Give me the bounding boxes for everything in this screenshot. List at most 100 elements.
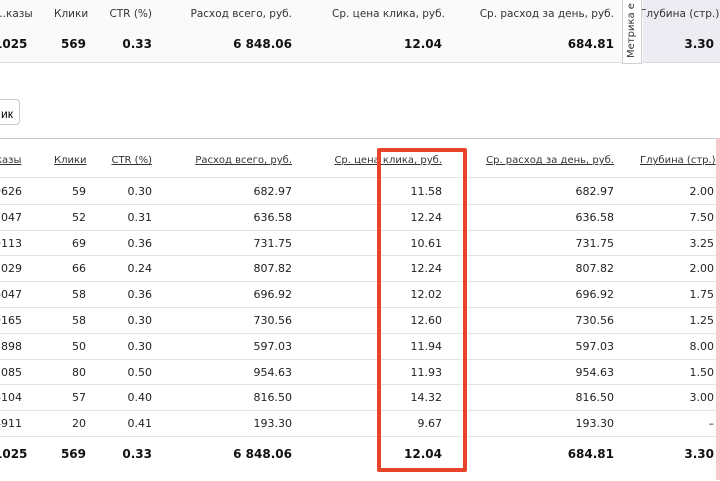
cell-impressions: 5085 xyxy=(0,365,22,379)
summary-value-ctr: 0.33 xyxy=(122,37,152,51)
summary-value-spend: 6 848.06 xyxy=(233,37,292,51)
table-row: 4104570.40816.5014.32816.503.00 xyxy=(0,385,720,411)
table-row: 5898500.30597.0311.94597.038.00 xyxy=(0,334,720,360)
summary-header-depth: Глубина (стр.) xyxy=(640,8,720,20)
column-header-ctr[interactable]: CTR (%) xyxy=(100,155,152,166)
cell-spend: 193.30 xyxy=(253,417,293,431)
column-header-impressions[interactable]: казы xyxy=(0,155,21,166)
table-header-row: казы Клики CTR (%) Расход всего, руб. Ср… xyxy=(0,155,720,175)
cell-impressions: 4104 xyxy=(0,391,22,405)
cell-spend: 954.63 xyxy=(253,365,293,379)
table-row: 9165580.30730.5612.60730.561.25 xyxy=(0,308,720,334)
cell-ctr: 0.36 xyxy=(127,236,153,250)
cell-spend: 696.92 xyxy=(253,288,293,302)
cpc-column-highlight xyxy=(377,148,467,472)
table-row: 9113690.36731.7510.61731.753.25 xyxy=(0,231,720,257)
cell-daily-spend: 636.58 xyxy=(575,210,615,224)
cell-impressions: 4911 xyxy=(0,417,22,431)
summary-value-cpc: 12.04 xyxy=(404,37,442,51)
cell-depth: 1.25 xyxy=(689,314,715,327)
column-header-spend[interactable]: Расход всего, руб. xyxy=(180,155,292,166)
cell-impressions: 6047 xyxy=(0,288,22,302)
summary-header-cpc: Ср. цена клика, руб. xyxy=(332,8,445,20)
cell-spend: 597.03 xyxy=(253,339,293,353)
table-row: 9626590.30682.9711.58682.972.00 xyxy=(0,179,720,205)
table-row: 6047580.36696.9212.02696.921.75 xyxy=(0,282,720,308)
cell-depth: 7.50 xyxy=(689,210,715,224)
cell-ctr: 0.40 xyxy=(127,391,153,405)
cell-spend: 636.58 xyxy=(253,210,293,224)
summary-value-depth: 3.30 xyxy=(684,37,714,51)
cell-daily-spend: 696.92 xyxy=(575,288,615,302)
summary-value-daily-spend: 684.81 xyxy=(567,37,614,51)
cell-clicks: 59 xyxy=(72,185,86,198)
cell-depth: 8.00 xyxy=(689,339,715,353)
cell-daily-spend: 193.30 xyxy=(575,417,615,431)
cell-clicks: 58 xyxy=(72,314,86,327)
total-spend: 6 848.06 xyxy=(233,447,292,461)
cell-daily-spend: 807.82 xyxy=(575,262,615,276)
metrika-tab-label: Метрика е xyxy=(626,3,637,58)
cell-clicks: 80 xyxy=(72,365,86,379)
cell-depth: 1.50 xyxy=(689,365,715,379)
summary-header-clicks: Клики xyxy=(54,8,89,20)
cell-spend: 730.56 xyxy=(253,314,293,327)
cell-daily-spend: 682.97 xyxy=(575,185,615,198)
metrika-side-tab[interactable]: Метрика е xyxy=(622,0,642,64)
table-row: 3029660.24807.8212.24807.822.00 xyxy=(0,256,720,282)
filter-button[interactable]: ик xyxy=(0,99,20,125)
cell-clicks: 50 xyxy=(72,339,86,353)
cell-ctr: 0.41 xyxy=(127,417,153,431)
total-impressions: 1025 xyxy=(0,447,28,461)
summary-header-impressions: ...казы xyxy=(0,8,33,20)
summary-header-row: ...казы Клики CTR (%) Расход всего, руб.… xyxy=(0,8,720,24)
total-depth: 3.30 xyxy=(684,447,714,461)
cell-impressions: 9626 xyxy=(0,185,22,198)
cell-depth: 3.25 xyxy=(689,236,715,250)
column-header-clicks[interactable]: Клики xyxy=(54,155,87,166)
summary-values-row: 1025 569 0.33 6 848.06 12.04 684.81 3.30 xyxy=(0,37,720,55)
column-header-daily-spend[interactable]: Ср. расход за день, руб. xyxy=(470,155,614,166)
table-right-edge xyxy=(716,138,720,480)
cell-clicks: 20 xyxy=(72,417,86,431)
cell-ctr: 0.24 xyxy=(127,262,153,276)
cell-ctr: 0.30 xyxy=(127,339,153,353)
cell-daily-spend: 954.63 xyxy=(575,365,615,379)
total-clicks: 569 xyxy=(60,447,86,461)
table-row: 5085800.50954.6311.93954.631.50 xyxy=(0,360,720,386)
table-row: 7047520.31636.5812.24636.587.50 xyxy=(0,205,720,231)
cell-clicks: 58 xyxy=(72,288,86,302)
cell-clicks: 69 xyxy=(72,236,86,250)
cell-spend: 816.50 xyxy=(253,391,293,405)
cell-daily-spend: 730.56 xyxy=(575,314,615,327)
cell-impressions: 7047 xyxy=(0,210,22,224)
cell-impressions: 9113 xyxy=(0,236,22,250)
summary-header-daily-spend: Ср. расход за день, руб. xyxy=(479,8,614,20)
table-total-row: 10255690.336 848.0612.04684.813.30 xyxy=(0,439,720,469)
cell-ctr: 0.30 xyxy=(127,314,153,327)
column-header-depth[interactable]: Глубина (стр.) xyxy=(640,155,716,166)
cell-impressions: 3029 xyxy=(0,262,22,276)
cell-depth: 1.75 xyxy=(689,288,715,302)
cell-daily-spend: 731.75 xyxy=(575,236,615,250)
cell-clicks: 52 xyxy=(72,210,86,224)
cell-clicks: 66 xyxy=(72,262,86,276)
table-row: 4911200.41193.309.67193.30– xyxy=(0,411,720,437)
cell-spend: 731.75 xyxy=(253,236,293,250)
cell-daily-spend: 597.03 xyxy=(575,339,615,353)
cell-depth: 2.00 xyxy=(689,185,715,198)
cell-ctr: 0.30 xyxy=(127,185,153,198)
cell-depth: – xyxy=(708,417,715,431)
cell-depth: 3.00 xyxy=(689,391,715,405)
summary-header-spend: Расход всего, руб. xyxy=(190,8,292,20)
cell-spend: 682.97 xyxy=(253,185,293,198)
summary-header-ctr: CTR (%) xyxy=(109,8,152,20)
cell-ctr: 0.31 xyxy=(127,210,153,224)
cell-clicks: 57 xyxy=(72,391,86,405)
summary-value-impressions: 1025 xyxy=(0,37,28,51)
cell-depth: 2.00 xyxy=(689,262,715,276)
cell-daily-spend: 816.50 xyxy=(575,391,615,405)
total-ctr: 0.33 xyxy=(122,447,152,461)
stats-table: казы Клики CTR (%) Расход всего, руб. Ср… xyxy=(0,138,720,481)
cell-ctr: 0.36 xyxy=(127,288,153,302)
